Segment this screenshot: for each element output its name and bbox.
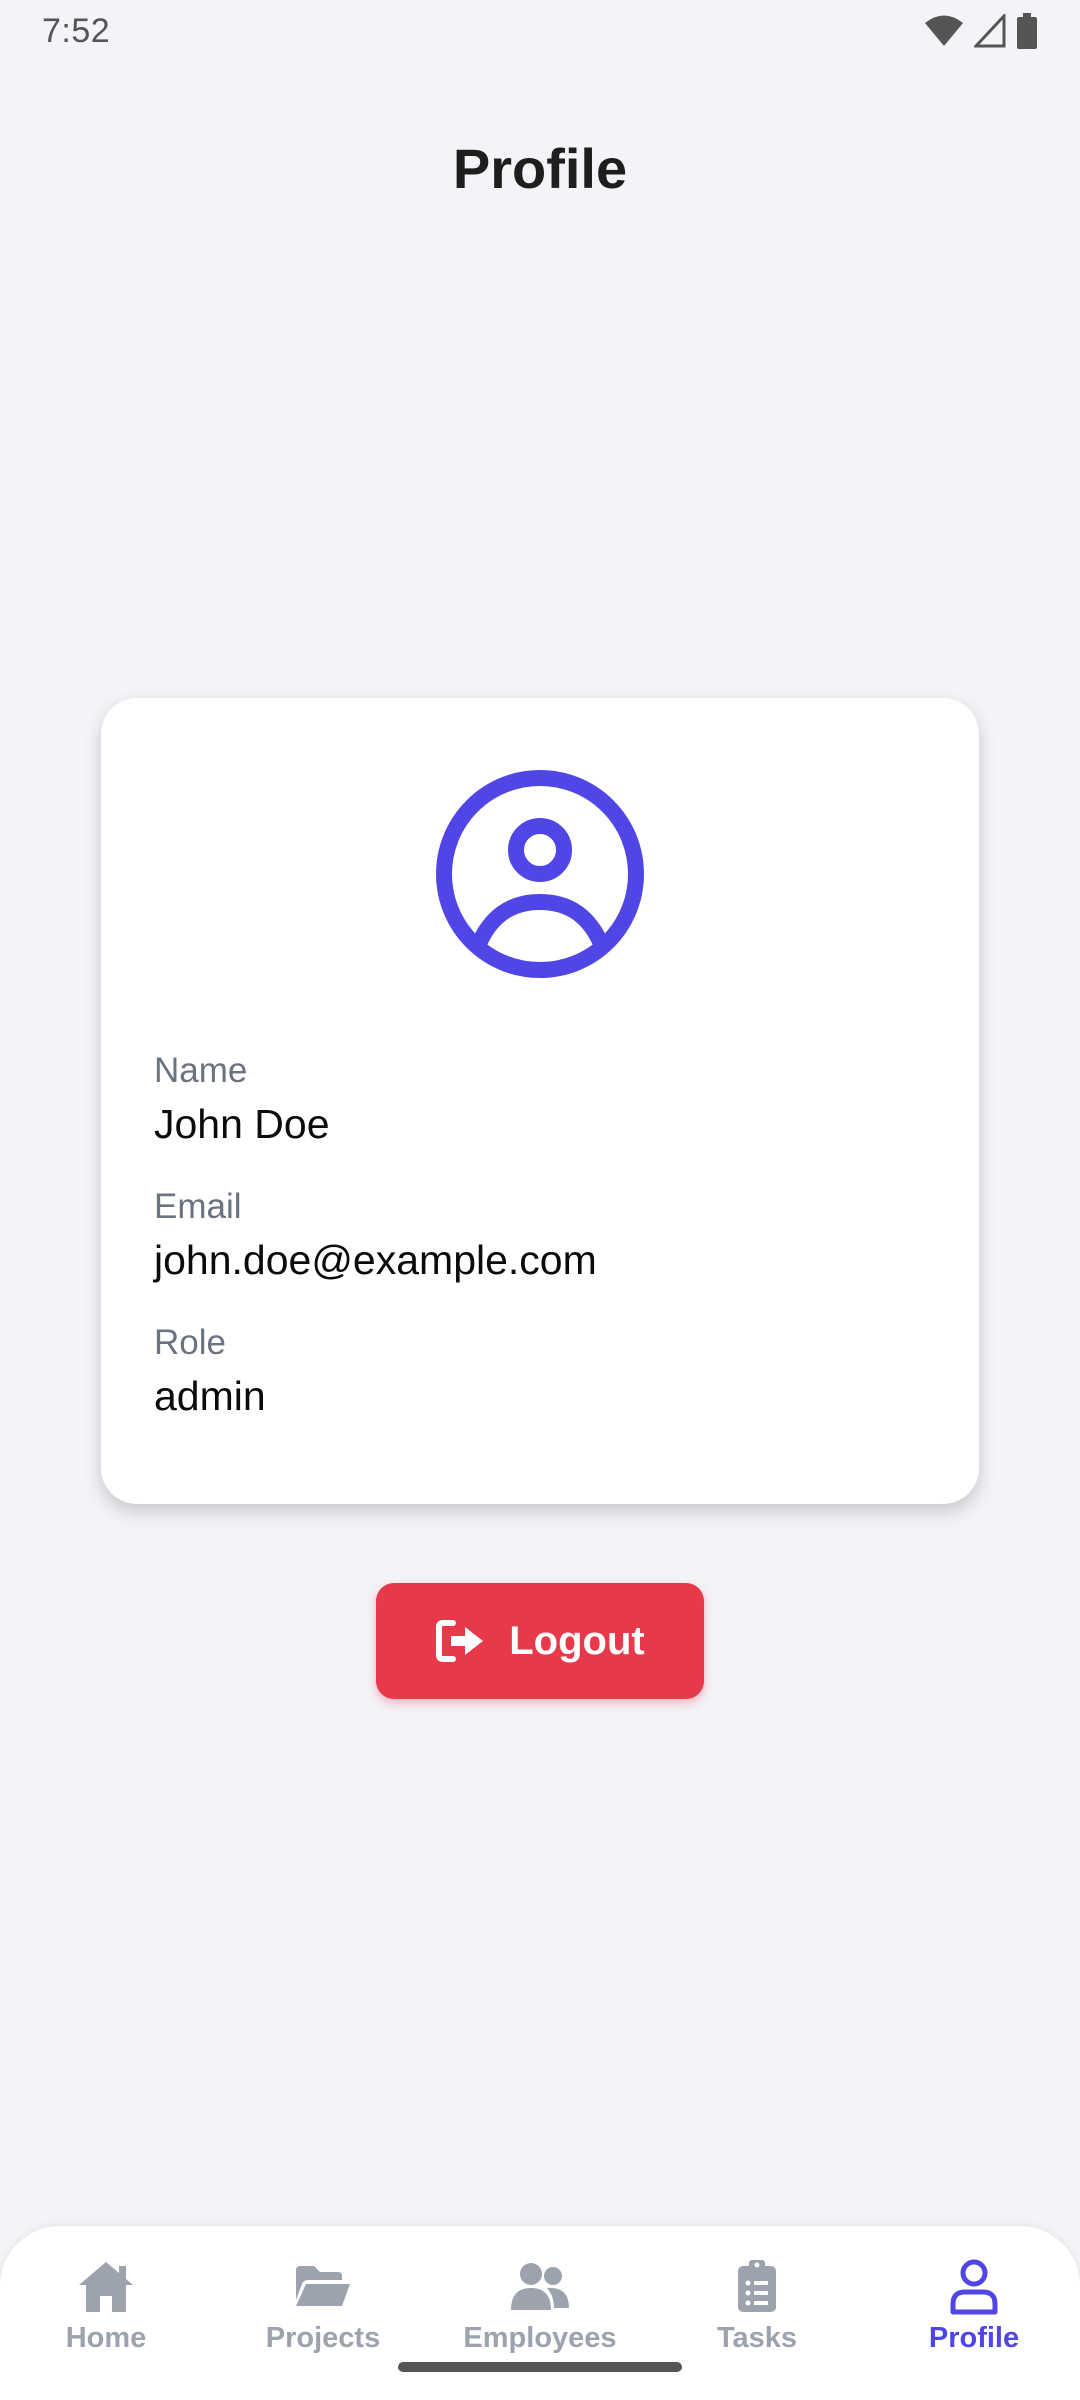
nav-label-projects: Projects	[265, 2322, 381, 2354]
bottom-navigation: Home Projects Employees Tasks Profile	[0, 2226, 1080, 2400]
logout-label: Logout	[509, 1618, 645, 1663]
profile-info: Name John Doe Email john.doe@example.com…	[154, 1050, 926, 1458]
cellular-signal-icon	[974, 14, 1006, 48]
battery-icon	[1017, 13, 1037, 49]
logout-button[interactable]: Logout	[376, 1583, 704, 1699]
nav-item-projects[interactable]: Projects	[217, 2226, 429, 2400]
nav-item-tasks[interactable]: Tasks	[651, 2226, 863, 2400]
nav-item-home[interactable]: Home	[0, 2226, 212, 2400]
user-icon	[950, 2259, 998, 2315]
clipboard-list-icon	[738, 2260, 776, 2312]
status-time: 7:52	[42, 11, 111, 50]
nav-item-employees[interactable]: Employees	[434, 2226, 646, 2400]
role-value: admin	[154, 1373, 266, 1419]
name-value: John Doe	[154, 1101, 330, 1147]
nav-label-profile: Profile	[928, 2322, 1020, 2354]
wifi-icon	[925, 15, 963, 46]
users-icon	[511, 2263, 569, 2310]
user-circle-icon	[436, 770, 644, 978]
status-icons	[924, 13, 1038, 49]
status-bar: 7:52	[0, 0, 1080, 62]
name-label: Name	[154, 1051, 248, 1090]
home-indicator[interactable]	[398, 2362, 682, 2372]
profile-screen: 7:52 Profile Name John Doe Email john.do…	[0, 0, 1080, 2400]
nav-item-profile[interactable]: Profile	[868, 2226, 1080, 2400]
profile-card: Name John Doe Email john.doe@example.com…	[101, 698, 979, 1504]
nav-label-employees: Employees	[463, 2322, 617, 2354]
role-label: Role	[154, 1323, 226, 1362]
folder-open-icon	[296, 2266, 350, 2306]
nav-label-home: Home	[65, 2322, 147, 2354]
email-value: john.doe@example.com	[154, 1237, 597, 1283]
email-label: Email	[154, 1187, 242, 1226]
nav-label-tasks: Tasks	[716, 2322, 798, 2354]
home-icon	[79, 2262, 133, 2312]
page-title: Profile	[452, 137, 628, 200]
sign-out-icon	[436, 1620, 484, 1662]
